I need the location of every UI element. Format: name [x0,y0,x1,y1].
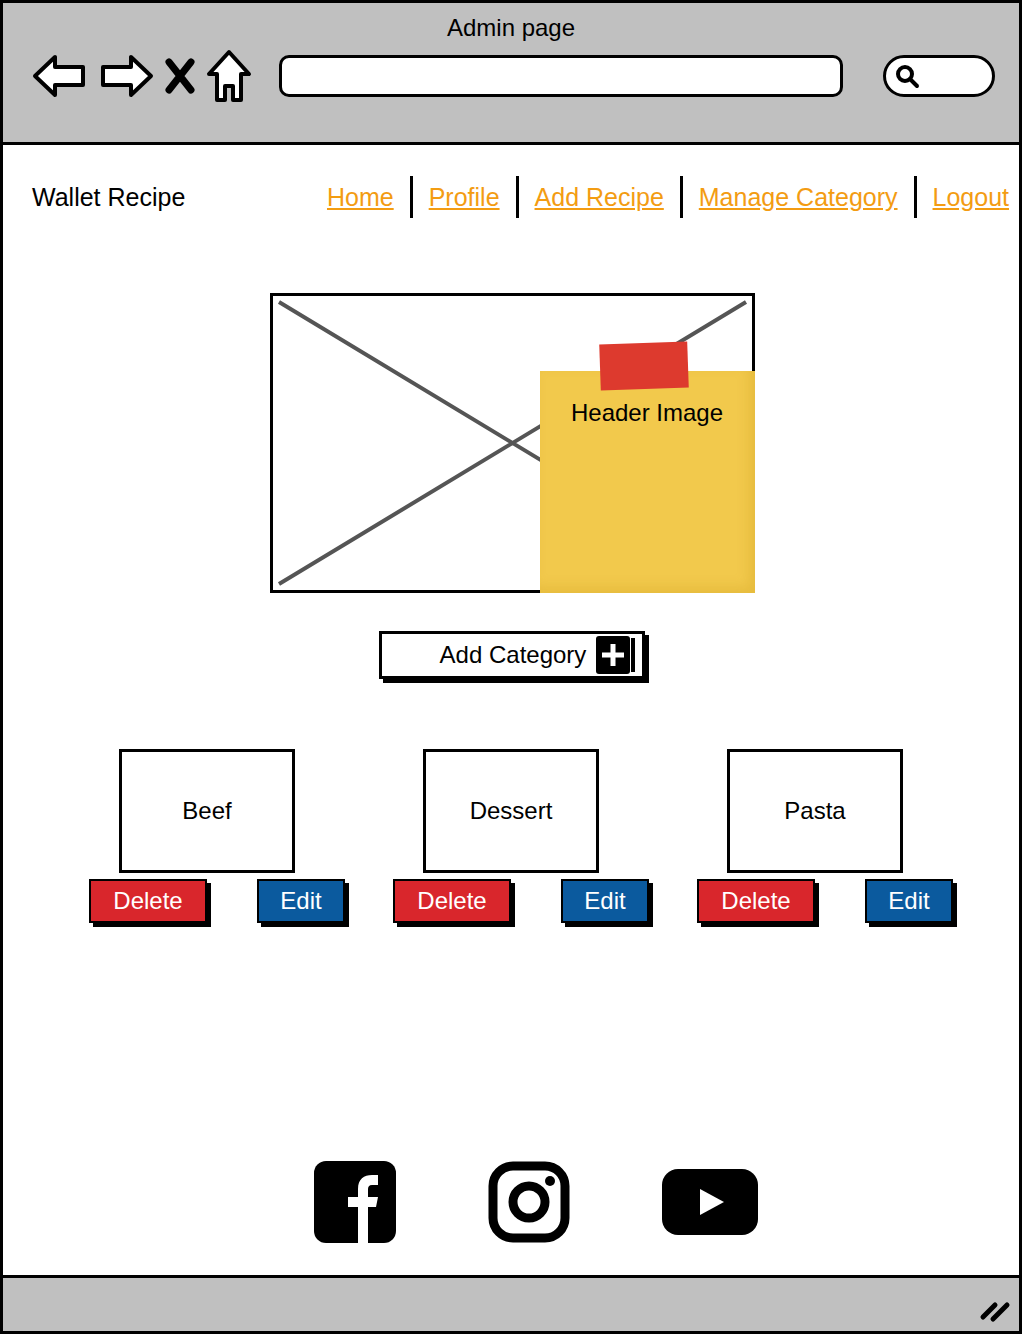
nav-link[interactable]: Home [327,183,394,212]
nav-links: Home Profile Add Recipe Manage Category … [327,176,1009,218]
nav-link[interactable]: Logout [933,183,1009,212]
nav-link[interactable]: Profile [429,183,500,212]
search-icon [894,63,920,89]
back-arrow-icon[interactable] [31,51,89,101]
nav-link[interactable]: Manage Category [699,183,898,212]
delete-button[interactable]: Delete [393,879,511,923]
forward-arrow-icon[interactable] [97,51,155,101]
home-icon[interactable] [205,48,253,104]
search-field[interactable] [883,55,995,97]
category-card[interactable]: Dessert [423,749,599,873]
tape-icon [599,341,689,390]
category-card[interactable]: Pasta [727,749,903,873]
sticky-note: Header Image [540,371,755,593]
add-category-label: Add Category [440,641,587,669]
add-category-button[interactable]: Add Category [379,631,646,679]
navbar: Wallet Recipe Home Profile Add Recipe Ma… [3,145,1019,249]
youtube-icon[interactable] [662,1169,758,1235]
nav-link[interactable]: Add Recipe [535,183,664,212]
nav-separator [680,176,683,218]
facebook-icon[interactable] [314,1161,396,1243]
sticky-note-label: Header Image [571,399,723,593]
page-content: Wallet Recipe Home Profile Add Recipe Ma… [3,145,1019,1275]
nav-separator [914,176,917,218]
resize-handle-icon[interactable] [979,1299,1013,1323]
edit-button[interactable]: Edit [865,879,953,923]
delete-button[interactable]: Delete [697,879,815,923]
stop-icon[interactable] [163,56,197,96]
edit-button[interactable]: Edit [257,879,345,923]
header-image: Header Image [270,293,755,593]
browser-toolbar: Admin page [3,3,1019,145]
browser-window: Admin page Wallet Recipe Home Profile Ad… [0,0,1022,1334]
edit-button[interactable]: Edit [561,879,649,923]
nav-separator [410,176,413,218]
category-card[interactable]: Beef [119,749,295,873]
instagram-icon[interactable] [488,1161,570,1243]
window-title: Admin page [3,3,1019,42]
category-list: Beef Delete EditDessert Delete EditPasta… [89,749,953,923]
category-item: Pasta Delete Edit [697,749,953,923]
brand[interactable]: Wallet Recipe [32,183,185,212]
category-item: Dessert Delete Edit [393,749,649,923]
plus-icon [596,636,636,674]
address-bar[interactable] [279,55,843,97]
social-links [314,1161,758,1243]
delete-button[interactable]: Delete [89,879,207,923]
nav-separator [516,176,519,218]
category-item: Beef Delete Edit [89,749,345,923]
status-bar [3,1275,1019,1331]
